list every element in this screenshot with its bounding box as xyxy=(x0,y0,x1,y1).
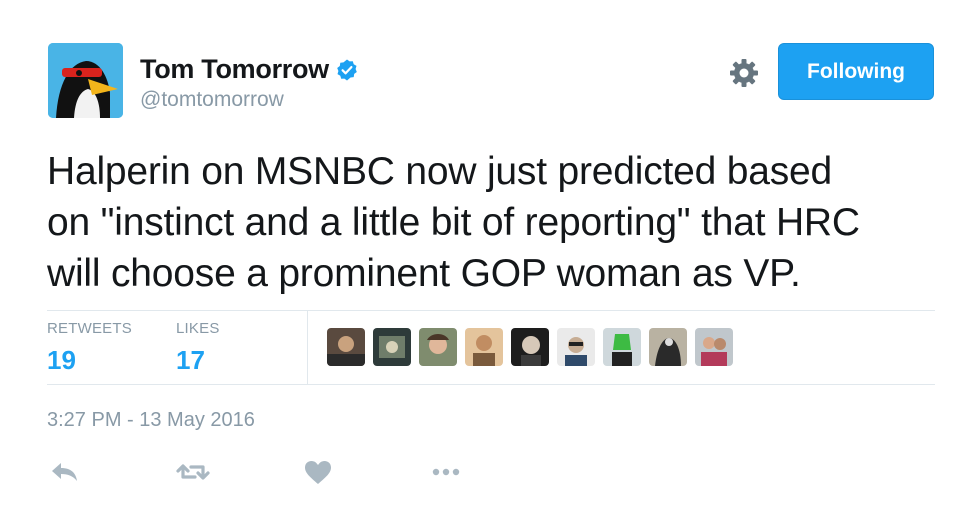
liker-avatar[interactable] xyxy=(373,328,411,366)
verified-badge-icon xyxy=(335,58,359,82)
gear-icon[interactable] xyxy=(727,56,761,90)
like-icon[interactable] xyxy=(300,456,336,488)
penguin-avatar-icon xyxy=(48,43,123,118)
stats-top-divider xyxy=(47,310,935,311)
liker-avatar[interactable] xyxy=(557,328,595,366)
liker-avatar[interactable] xyxy=(511,328,549,366)
following-button[interactable]: Following xyxy=(778,43,934,100)
user-name-row: Tom Tomorrow xyxy=(140,54,359,85)
user-avatar[interactable] xyxy=(48,43,123,118)
liker-avatar[interactable] xyxy=(695,328,733,366)
more-icon[interactable] xyxy=(428,456,464,488)
tweet-timestamp[interactable]: 3:27 PM - 13 May 2016 xyxy=(47,409,255,432)
likes-stat[interactable]: LIKES 17 xyxy=(176,320,220,376)
likes-label: LIKES xyxy=(176,320,220,337)
retweet-icon[interactable] xyxy=(175,456,211,488)
tweet-text: Halperin on MSNBC now just predicted bas… xyxy=(47,150,860,295)
display-name[interactable]: Tom Tomorrow xyxy=(140,54,329,85)
liker-avatar[interactable] xyxy=(603,328,641,366)
user-handle[interactable]: @tomtomorrow xyxy=(140,88,284,112)
retweets-label: RETWEETS xyxy=(47,320,132,337)
retweets-stat[interactable]: RETWEETS 19 xyxy=(47,320,132,376)
reply-icon[interactable] xyxy=(47,456,83,488)
stats-vertical-divider xyxy=(307,311,308,384)
liker-avatar[interactable] xyxy=(465,328,503,366)
liker-avatars xyxy=(327,328,733,366)
liker-avatar[interactable] xyxy=(327,328,365,366)
retweets-count: 19 xyxy=(47,345,76,375)
tweet-action-bar xyxy=(0,456,980,488)
stats-bottom-divider xyxy=(47,384,935,385)
liker-avatar[interactable] xyxy=(419,328,457,366)
likes-count: 17 xyxy=(176,345,205,375)
liker-avatar[interactable] xyxy=(649,328,687,366)
